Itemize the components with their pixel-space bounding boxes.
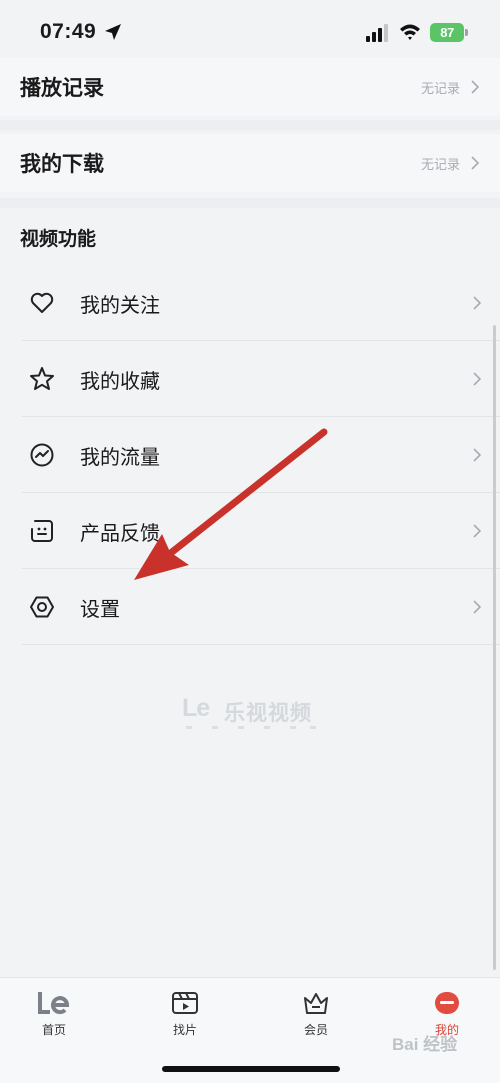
- battery-tip: [465, 29, 468, 36]
- function-label: 产品反馈: [80, 520, 160, 545]
- chevron-right-icon: [471, 156, 480, 170]
- function-item-favorites[interactable]: 我的收藏: [0, 341, 500, 417]
- chevron-right-icon: [473, 448, 482, 462]
- downloads-section[interactable]: 我的下载 无记录: [0, 134, 500, 192]
- history-meta: 无记录: [420, 81, 460, 97]
- crown-icon: [304, 993, 328, 1014]
- history-row[interactable]: 播放记录 无记录: [0, 58, 500, 116]
- chevron-right-icon: [473, 296, 482, 310]
- star-icon: [30, 367, 54, 390]
- wifi-icon: [400, 24, 420, 40]
- brand-watermark: 乐视视频: [224, 701, 312, 725]
- functions-header: 视频功能: [20, 228, 97, 250]
- feedback-icon: [31, 520, 53, 542]
- chevron-right-icon: [473, 372, 482, 386]
- function-item-follow[interactable]: 我的关注: [0, 265, 500, 341]
- tab-vip[interactable]: 会员: [286, 988, 346, 1038]
- tab-label: 会员: [303, 1023, 328, 1037]
- status-bar: 07:49 87: [0, 0, 500, 64]
- function-label: 设置: [80, 596, 120, 621]
- tab-home[interactable]: 首页: [24, 988, 84, 1038]
- history-section[interactable]: 播放记录 无记录: [0, 58, 500, 116]
- clapper-icon: [172, 992, 198, 1014]
- tab-label: 找片: [172, 1023, 197, 1037]
- function-label: 我的关注: [80, 292, 160, 317]
- le-watermark-logo: Le: [182, 694, 210, 722]
- downloads-meta: 无记录: [420, 157, 460, 173]
- battery-indicator: 87: [430, 23, 464, 42]
- traffic-icon: [30, 443, 54, 467]
- chevron-right-icon: [473, 600, 482, 614]
- section-divider: [0, 198, 500, 208]
- function-label: 我的流量: [80, 444, 160, 469]
- cellular-signal-icon: [366, 24, 388, 42]
- functions-list: 我的关注 我的收藏 我的流量 产品反馈 设置: [0, 265, 500, 645]
- history-title: 播放记录: [20, 76, 104, 100]
- le-logo-icon: [38, 992, 70, 1015]
- battery-level: 87: [440, 25, 454, 40]
- location-arrow-icon: [105, 24, 121, 40]
- baidu-jingyan-watermark: Bai 经验: [392, 1035, 458, 1054]
- profile-icon: [435, 992, 459, 1014]
- chevron-right-icon: [473, 524, 482, 538]
- settings-icon: [30, 596, 54, 618]
- downloads-title: 我的下载: [20, 152, 104, 176]
- watermark-dots: [186, 726, 316, 729]
- function-label: 我的收藏: [80, 368, 160, 393]
- function-item-settings[interactable]: 设置: [0, 569, 500, 645]
- tab-find[interactable]: 找片: [155, 988, 215, 1038]
- heart-icon: [30, 292, 54, 313]
- tab-label: 首页: [41, 1023, 66, 1037]
- chevron-right-icon: [471, 80, 480, 94]
- downloads-row[interactable]: 我的下载 无记录: [0, 134, 500, 192]
- status-time: 07:49: [40, 20, 97, 43]
- section-divider: [0, 120, 500, 130]
- function-item-feedback[interactable]: 产品反馈: [0, 493, 500, 569]
- function-item-traffic[interactable]: 我的流量: [0, 417, 500, 493]
- home-indicator[interactable]: [162, 1066, 340, 1072]
- scrollbar[interactable]: [493, 325, 496, 970]
